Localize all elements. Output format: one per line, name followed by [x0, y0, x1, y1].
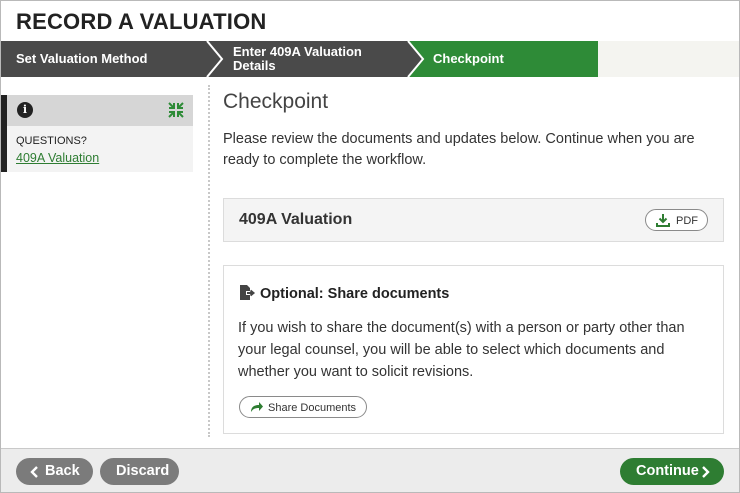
share-title: Optional: Share documents: [260, 286, 450, 302]
chevron-left-icon: [30, 466, 38, 478]
continue-button-label: Continue: [636, 463, 699, 479]
share-description: If you wish to share the document(s) wit…: [238, 320, 685, 380]
discard-button-label: Discard: [116, 463, 170, 479]
pdf-download-button[interactable]: PDF: [645, 209, 708, 231]
step-set-valuation-method[interactable]: Set Valuation Method: [16, 52, 147, 66]
back-button-label: Back: [45, 463, 80, 479]
share-documents-button[interactable]: Share Documents: [239, 396, 367, 418]
step-checkpoint: Checkpoint: [433, 51, 504, 66]
page-title: RECORD A VALUATION: [16, 9, 267, 34]
collapse-icon[interactable]: [168, 102, 184, 118]
document-title: 409A Valuation: [239, 211, 353, 228]
share-arrow-icon: [251, 402, 263, 412]
section-heading: Checkpoint: [223, 90, 329, 113]
document-card: 409A Valuation PDF: [223, 198, 724, 242]
help-link-409a-valuation[interactable]: 409A Valuation: [16, 151, 99, 165]
share-button-label: Share Documents: [268, 402, 357, 414]
questions-label: QUESTIONS?: [16, 135, 87, 147]
share-document-icon: [240, 285, 256, 300]
download-icon: [656, 214, 670, 227]
step-enter-valuation-details[interactable]: Enter 409A Valuation Details: [233, 45, 362, 73]
progress-steps: Set Valuation Method Enter 409A Valuatio…: [1, 41, 739, 77]
chevron-right-icon: [702, 466, 710, 478]
info-icon: i: [17, 102, 33, 118]
discard-button[interactable]: Discard: [100, 458, 179, 485]
intro-text: Please review the documents and updates …: [223, 131, 695, 168]
sidebar-header: i: [7, 95, 193, 126]
step-empty-area: [598, 41, 739, 77]
share-documents-card: Optional: Share documents If you wish to…: [223, 265, 724, 434]
back-button[interactable]: Back: [16, 458, 93, 485]
step-2-line-2: Details: [233, 58, 276, 73]
vertical-divider: [208, 85, 210, 437]
continue-button[interactable]: Continue: [620, 458, 724, 485]
footer-bar: Back Discard Continue: [1, 448, 739, 492]
pdf-button-label: PDF: [676, 215, 698, 227]
step-2-line-1: Enter 409A Valuation: [233, 44, 362, 59]
sidebar-help-panel: i QUESTIONS? 409A Valuation: [1, 95, 193, 172]
